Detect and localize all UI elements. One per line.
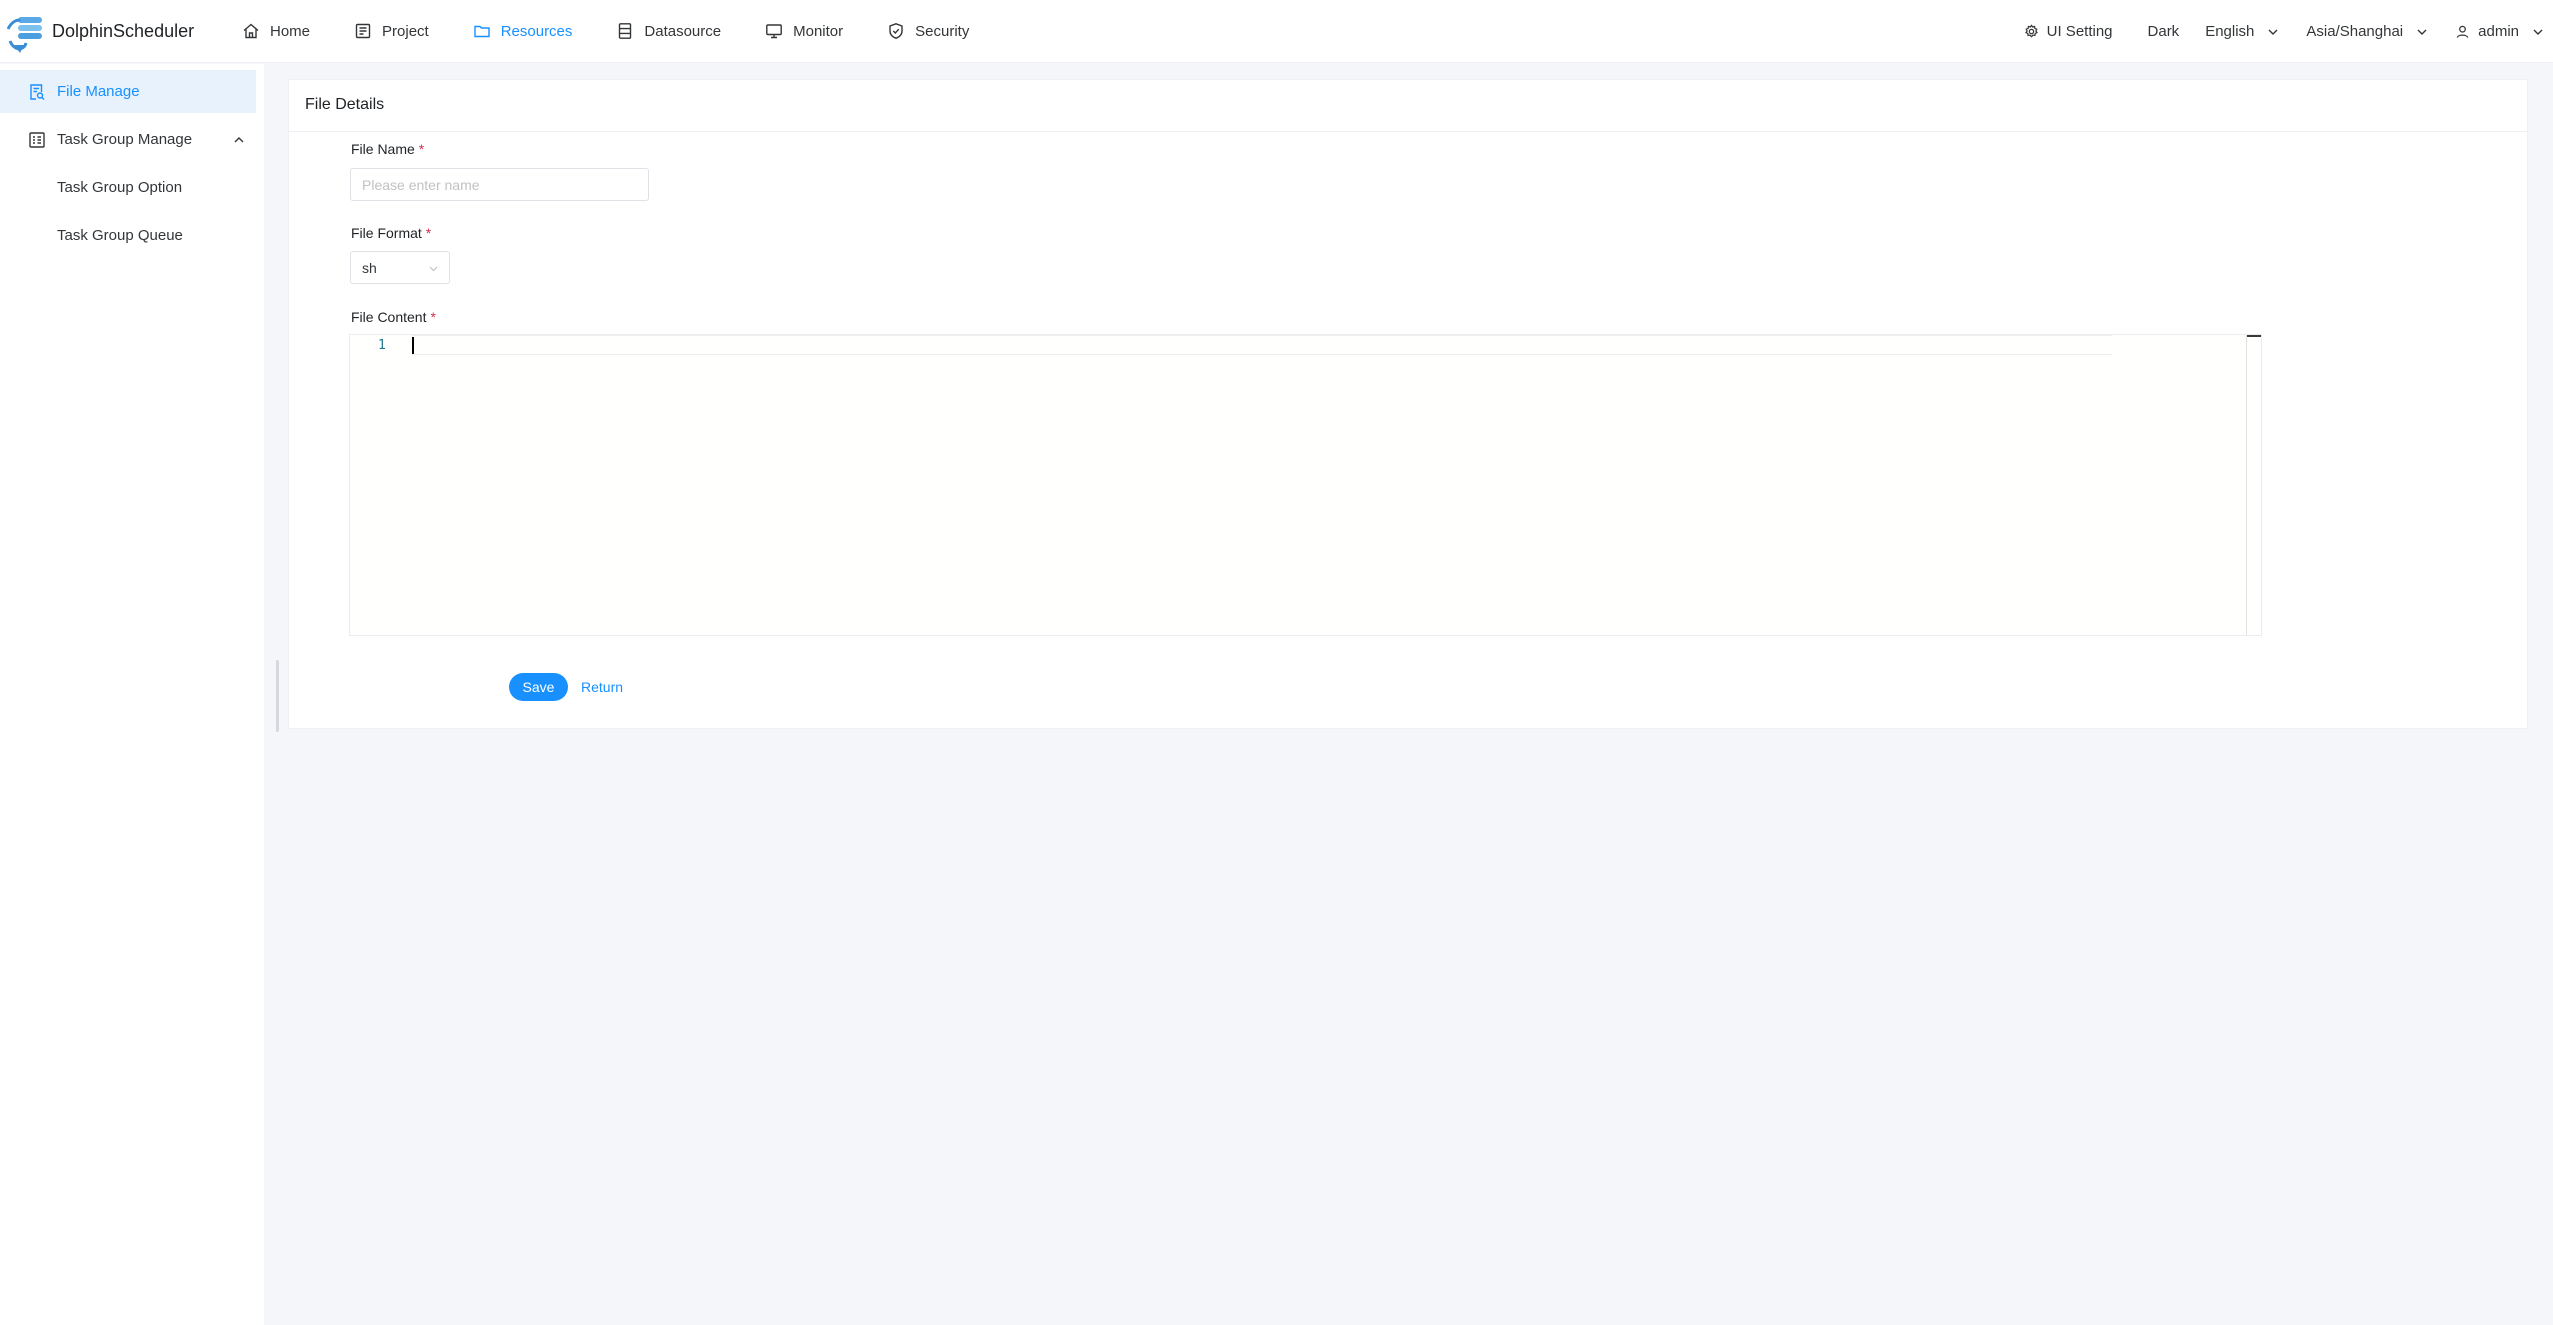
card-title: File Details bbox=[305, 96, 385, 113]
dolphinscheduler-logo-icon bbox=[6, 17, 42, 53]
ui-setting-button[interactable]: UI Setting bbox=[2011, 0, 2126, 63]
database-icon bbox=[619, 23, 632, 39]
sidebar-item-task-group-option[interactable]: Task Group Option bbox=[0, 166, 256, 209]
shield-icon bbox=[889, 23, 903, 39]
nav-security-label: Security bbox=[915, 22, 970, 40]
chevron-down-icon bbox=[2268, 29, 2278, 35]
nav-datasource[interactable]: Datasource bbox=[594, 0, 743, 63]
file-content-editor[interactable]: 1 bbox=[349, 334, 2262, 636]
file-format-label: File Format * bbox=[351, 225, 431, 241]
app-title: DolphinScheduler bbox=[52, 20, 195, 41]
nav-home-label: Home bbox=[270, 22, 311, 40]
nav-monitor[interactable]: Monitor bbox=[743, 0, 865, 63]
language-dropdown[interactable]: English bbox=[2192, 0, 2293, 63]
brand[interactable]: DolphinScheduler bbox=[4, 7, 204, 55]
file-name-label-text: File Name bbox=[351, 141, 415, 157]
home-icon bbox=[243, 23, 259, 39]
timezone-dropdown[interactable]: Asia/Shanghai bbox=[2293, 0, 2442, 63]
sidebar: File Manage Task Group Manage Task Group… bbox=[0, 64, 264, 1325]
sidebar-resize-handle[interactable] bbox=[276, 660, 279, 732]
top-nav: Home Project Resources Datasource Monito… bbox=[220, 0, 991, 63]
theme-toggle[interactable]: Dark bbox=[2126, 0, 2193, 63]
required-mark: * bbox=[430, 309, 436, 325]
ui-setting-label: UI Setting bbox=[2046, 23, 2113, 40]
user-icon bbox=[2456, 25, 2469, 38]
chevron-up-icon bbox=[234, 136, 244, 142]
file-content-label: File Content * bbox=[351, 309, 436, 325]
editor-overview-ruler-mark bbox=[2247, 335, 2261, 337]
sidebar-item-file-manage[interactable]: File Manage bbox=[0, 70, 256, 113]
file-name-label: File Name * bbox=[351, 141, 424, 157]
sidebar-item-task-group-manage[interactable]: Task Group Manage bbox=[0, 118, 256, 161]
language-label: English bbox=[2205, 23, 2255, 40]
sidebar-item-label: Task Group Queue bbox=[57, 227, 183, 244]
chevron-down-icon bbox=[429, 266, 438, 272]
file-name-input[interactable] bbox=[350, 168, 649, 201]
nav-project-label: Project bbox=[382, 22, 429, 40]
file-format-value: sh bbox=[362, 259, 377, 276]
file-content-label-text: File Content bbox=[351, 309, 427, 325]
sidebar-item-task-group-queue[interactable]: Task Group Queue bbox=[0, 214, 256, 257]
nav-datasource-label: Datasource bbox=[644, 22, 722, 40]
nav-home[interactable]: Home bbox=[220, 0, 332, 63]
project-icon bbox=[355, 23, 371, 39]
sidebar-item-label: Task Group Option bbox=[57, 179, 183, 196]
chevron-down-icon bbox=[2533, 29, 2543, 35]
sidebar-item-label: File Manage bbox=[57, 83, 140, 100]
task-group-icon bbox=[29, 131, 45, 148]
top-header: DolphinScheduler Home Project Resources … bbox=[0, 0, 2553, 63]
file-format-label-text: File Format bbox=[351, 225, 422, 241]
header-right: UI Setting Dark English Asia/Shanghai ad… bbox=[2011, 0, 2553, 63]
nav-monitor-label: Monitor bbox=[793, 22, 844, 40]
monitor-icon bbox=[766, 24, 783, 39]
save-button[interactable]: Save bbox=[509, 673, 568, 701]
nav-resources-label: Resources bbox=[500, 22, 573, 40]
nav-resources[interactable]: Resources bbox=[451, 0, 595, 63]
chevron-down-icon bbox=[2417, 29, 2427, 35]
theme-label: Dark bbox=[2147, 23, 2180, 40]
file-details-card: File Details File Name* File Format* sh … bbox=[288, 79, 2528, 729]
file-search-icon bbox=[30, 83, 45, 100]
timezone-label: Asia/Shanghai bbox=[2306, 23, 2404, 40]
folder-icon bbox=[474, 25, 490, 38]
nav-security[interactable]: Security bbox=[865, 0, 991, 63]
card-divider bbox=[289, 131, 2527, 132]
text-caret bbox=[412, 337, 414, 354]
file-format-select[interactable]: sh bbox=[350, 251, 450, 284]
nav-project[interactable]: Project bbox=[332, 0, 451, 63]
gear-icon bbox=[2024, 24, 2038, 38]
required-mark: * bbox=[418, 141, 425, 157]
required-mark: * bbox=[425, 225, 432, 241]
line-number: 1 bbox=[378, 338, 386, 353]
current-line-highlight bbox=[412, 335, 2112, 355]
user-dropdown[interactable]: admin bbox=[2442, 0, 2553, 63]
editor-scrollbar[interactable] bbox=[2246, 335, 2247, 635]
return-button[interactable]: Return bbox=[581, 673, 623, 701]
sidebar-item-label: Task Group Manage bbox=[57, 131, 193, 148]
user-label: admin bbox=[2478, 23, 2519, 40]
